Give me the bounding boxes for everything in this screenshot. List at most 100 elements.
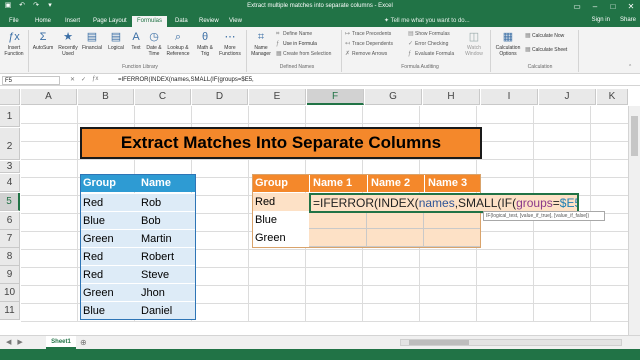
right-table-group-cell[interactable]: Green [252, 229, 309, 247]
date-time-button[interactable]: ◷ Date & Time [142, 30, 166, 57]
enter-icon[interactable]: ✓ [81, 76, 86, 83]
tab-formulas[interactable]: Formulas [132, 16, 168, 27]
tab-file[interactable]: File [4, 16, 24, 27]
left-table-header-name[interactable]: Name [138, 174, 196, 192]
share-button[interactable]: Share [620, 17, 636, 23]
insert-function-button[interactable]: ƒx Insert Function [2, 30, 26, 57]
name-box[interactable]: F5 [2, 76, 60, 85]
tab-view[interactable]: View [224, 16, 247, 27]
select-all-corner[interactable] [0, 89, 20, 105]
result-cell[interactable] [424, 229, 481, 247]
row-header-8[interactable]: 8 [0, 248, 20, 266]
left-table-cell[interactable]: Robert [138, 247, 196, 265]
left-table-cell[interactable]: Steve [138, 265, 196, 283]
ribbon-display-icon[interactable]: ▭ [570, 1, 584, 12]
define-name-button[interactable]: ⌗ Define Name [276, 30, 312, 38]
tab-data[interactable]: Data [170, 16, 193, 27]
row-header-2[interactable]: 2 [0, 128, 20, 160]
right-table-header-name3[interactable]: Name 3 [424, 174, 481, 192]
name-manager-button[interactable]: ⌗ Name Manager [249, 30, 273, 57]
tell-me-box[interactable]: ✦ Tell me what you want to do... [384, 17, 470, 24]
left-table-cell[interactable]: Bob [138, 211, 196, 229]
left-table-cell[interactable]: Red [80, 247, 138, 265]
column-header-c[interactable]: C [135, 89, 191, 105]
result-cell[interactable] [367, 211, 424, 229]
maximize-icon[interactable]: □ [606, 1, 620, 12]
column-header-h[interactable]: H [423, 89, 480, 105]
formula-input[interactable]: =IFERROR(INDEX(names,SMALL(IF(groups=$E5… [118, 77, 254, 83]
left-table-cell[interactable]: Jhon [138, 283, 196, 301]
row-header-6[interactable]: 6 [0, 212, 20, 230]
scroll-thumb[interactable] [631, 116, 638, 156]
column-header-e[interactable]: E [249, 89, 306, 105]
trace-precedents-button[interactable]: ↦ Trace Precedents [345, 30, 391, 38]
tab-insert[interactable]: Insert [60, 16, 85, 27]
column-header-j[interactable]: J [539, 89, 596, 105]
financial-button[interactable]: ▤ Financial [80, 30, 104, 51]
cancel-icon[interactable]: ✕ [70, 76, 75, 83]
tab-page-layout[interactable]: Page Layout [88, 16, 132, 27]
trace-dependents-button[interactable]: ↤ Trace Dependents [345, 40, 393, 48]
calculation-options-button[interactable]: ▦ Calculation Options [493, 30, 523, 57]
column-header-i[interactable]: I [481, 89, 538, 105]
calculate-sheet-button[interactable]: ▦Calculate Sheet [525, 46, 567, 54]
right-table-group-cell[interactable]: Red [252, 193, 309, 211]
sign-in-link[interactable]: Sign in [592, 17, 610, 23]
recently-used-button[interactable]: ★ Recently Used [56, 30, 80, 57]
column-header-g[interactable]: G [365, 89, 422, 105]
sheet-tab-sheet1[interactable]: Sheet1 [46, 336, 76, 349]
active-cell-editor[interactable]: =IFERROR(INDEX(names,SMALL(IF(groups=$E5… [309, 193, 579, 213]
prev-sheet-icon[interactable]: ◀ [6, 338, 11, 346]
show-formulas-button[interactable]: ▤Show Formulas [408, 30, 450, 38]
row-header-3[interactable]: 3 [0, 161, 20, 173]
autosum-button[interactable]: Σ AutoSum [31, 30, 55, 51]
left-table-cell[interactable]: Green [80, 229, 138, 247]
tab-review[interactable]: Review [194, 16, 224, 27]
minimize-icon[interactable]: – [588, 1, 602, 12]
right-table-group-cell[interactable]: Blue [252, 211, 309, 229]
right-table-header-name2[interactable]: Name 2 [367, 174, 424, 192]
vertical-scrollbar[interactable] [628, 106, 640, 335]
calculate-now-button[interactable]: ▦Calculate Now [525, 32, 564, 40]
row-header-11[interactable]: 11 [0, 302, 20, 320]
column-header-d[interactable]: D [192, 89, 248, 105]
left-table-header-group[interactable]: Group [80, 174, 138, 192]
row-header-10[interactable]: 10 [0, 284, 20, 302]
left-table-cell[interactable]: Red [80, 193, 138, 211]
left-table-cell[interactable]: Blue [80, 301, 138, 319]
use-in-formula-button[interactable]: ƒ Use in Formula [276, 40, 317, 48]
left-table-cell[interactable]: Martin [138, 229, 196, 247]
math-trig-button[interactable]: θ Math & Trig [193, 30, 217, 57]
create-from-selection-button[interactable]: ▦Create from Selection [276, 50, 331, 58]
close-icon[interactable]: ✕ [624, 1, 638, 12]
column-header-f[interactable]: F [307, 89, 364, 105]
row-header-5[interactable]: 5 [0, 193, 20, 211]
left-table-cell[interactable]: Rob [138, 193, 196, 211]
right-table-header-name1[interactable]: Name 1 [309, 174, 367, 192]
error-checking-button[interactable]: ✓ Error Checking [408, 40, 448, 48]
left-table-cell[interactable]: Blue [80, 211, 138, 229]
lookup-reference-button[interactable]: ⌕ Lookup & Reference [166, 30, 190, 57]
left-table-cell[interactable]: Green [80, 283, 138, 301]
add-sheet-icon[interactable]: ⊕ [80, 338, 87, 347]
column-header-b[interactable]: B [78, 89, 134, 105]
result-cell[interactable] [309, 211, 367, 229]
result-cell[interactable] [367, 229, 424, 247]
scroll-thumb[interactable] [409, 340, 469, 345]
tab-home[interactable]: Home [30, 16, 56, 27]
remove-arrows-button[interactable]: ✗ Remove Arrows [345, 50, 387, 58]
result-cell[interactable] [309, 229, 367, 247]
fx-icon[interactable]: ƒx [92, 76, 98, 83]
column-header-a[interactable]: A [21, 89, 77, 105]
column-header-k[interactable]: K [597, 89, 628, 105]
more-functions-button[interactable]: ⋯ More Functions [218, 30, 242, 57]
watch-window-button[interactable]: ◫ Watch Window [462, 30, 486, 57]
right-table-header-group[interactable]: Group [252, 174, 309, 192]
row-header-9[interactable]: 9 [0, 266, 20, 284]
next-sheet-icon[interactable]: ▶ [17, 338, 22, 346]
horizontal-scrollbar[interactable] [400, 339, 622, 346]
collapse-ribbon-icon[interactable]: ⌃ [628, 63, 632, 71]
row-header-7[interactable]: 7 [0, 230, 20, 248]
row-header-4[interactable]: 4 [0, 174, 20, 192]
evaluate-formula-button[interactable]: ƒ Evaluate Formula [408, 50, 454, 58]
